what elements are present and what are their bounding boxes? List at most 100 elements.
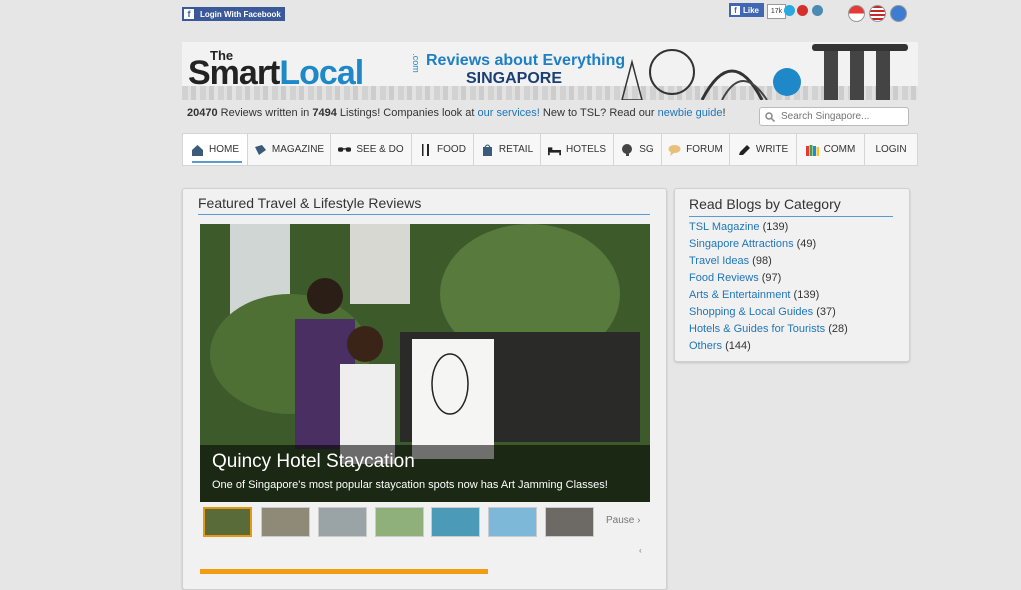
malaysia-flag-icon[interactable]: [869, 5, 886, 22]
category-count: (144): [722, 340, 751, 352]
slide-thumbnail[interactable]: [545, 507, 594, 537]
category-item: Others (144): [689, 340, 848, 357]
logo-smart: Smart: [188, 54, 280, 92]
search-icon: [765, 111, 775, 122]
reviews-count: 20470: [187, 107, 218, 119]
category-link[interactable]: Singapore Attractions: [689, 238, 794, 250]
category-count: (37): [813, 306, 836, 318]
nav-write[interactable]: WRITE: [730, 133, 797, 166]
category-item: TSL Magazine (139): [689, 221, 848, 238]
nav-hotels[interactable]: HOTELS: [541, 133, 614, 166]
nav-label: LOGIN: [875, 144, 907, 155]
site-stats-line: 20470 Reviews written in 7494 Listings! …: [187, 107, 726, 119]
category-count: (139): [759, 221, 789, 233]
info-text-4: !: [722, 107, 726, 119]
twitter-icon[interactable]: [784, 5, 795, 16]
nav-forum[interactable]: FORUM: [662, 133, 730, 166]
nav-label: HOME: [209, 144, 239, 155]
info-text-1: Reviews written in: [217, 107, 313, 119]
nav-label: RETAIL: [498, 144, 534, 155]
category-count: (28): [825, 323, 848, 335]
pencil-icon: [738, 144, 750, 155]
chat-bubble-icon: [668, 144, 681, 156]
facebook-like-button[interactable]: f Like: [729, 3, 764, 17]
slide-thumbnail[interactable]: [431, 507, 480, 537]
slide-thumbnail[interactable]: [488, 507, 537, 537]
nav-label: COMM: [823, 144, 856, 155]
nav-label: HOTELS: [565, 144, 606, 155]
nav-magazine[interactable]: MAGAZINE: [248, 133, 331, 166]
category-link[interactable]: Travel Ideas: [689, 255, 749, 267]
slide-title[interactable]: Quincy Hotel Staycation: [212, 451, 415, 473]
title-underline: [689, 216, 893, 217]
facebook-login-label: Login With Facebook: [200, 9, 281, 19]
slide-thumbnail[interactable]: [261, 507, 310, 537]
search-box[interactable]: [759, 107, 909, 126]
facebook-icon: f: [731, 5, 740, 15]
world-globe-icon[interactable]: [890, 5, 907, 22]
search-input[interactable]: [779, 110, 903, 123]
site-logo[interactable]: SmartLocal: [188, 54, 364, 93]
featured-title: Featured Travel & Lifestyle Reviews: [198, 195, 422, 211]
nav-see-do[interactable]: SEE & DO: [331, 133, 412, 166]
nav-sg[interactable]: SG: [614, 133, 662, 166]
logo-local: Local: [279, 54, 364, 92]
nav-food[interactable]: FOOD: [412, 133, 474, 166]
header-tagline-location: SINGAPORE: [466, 70, 563, 87]
category-count: (49): [793, 238, 817, 250]
slide-thumbnail[interactable]: [375, 507, 424, 537]
slide-thumbnail[interactable]: [318, 507, 367, 537]
category-item: Hotels & Guides for Tourists (28): [689, 323, 848, 340]
slideshow-prev-button[interactable]: ‹: [639, 546, 642, 555]
home-icon: [192, 144, 203, 156]
nav-label: WRITE: [755, 144, 789, 155]
nav-label: FORUM: [686, 144, 723, 155]
category-item: Singapore Attractions (49): [689, 238, 848, 255]
main-navigation: HOME MAGAZINE SEE & DO FOOD RETAIL HOTEL…: [182, 133, 918, 166]
category-link[interactable]: Shopping & Local Guides: [689, 306, 813, 318]
facebook-icon: f: [184, 9, 194, 19]
category-item: Arts & Entertainment (139): [689, 289, 848, 306]
category-link[interactable]: Arts & Entertainment: [689, 289, 791, 301]
category-item: Shopping & Local Guides (37): [689, 306, 848, 323]
nav-label: MAGAZINE: [271, 144, 325, 155]
site-header-banner[interactable]: The SmartLocal .com Reviews about Everyt…: [182, 42, 918, 100]
category-link[interactable]: Food Reviews: [689, 272, 759, 284]
services-link[interactable]: our services!: [477, 107, 539, 119]
info-text-3: New to TSL? Read our: [539, 107, 658, 119]
header-tagline: Reviews about Everything: [426, 52, 626, 69]
bed-icon: [547, 146, 561, 155]
magazine-icon: [254, 144, 266, 155]
nav-comm[interactable]: COMM: [797, 133, 865, 166]
category-count: (97): [758, 272, 782, 284]
category-link[interactable]: Others: [689, 340, 722, 352]
nav-label: SG: [639, 144, 654, 155]
facebook-login-button[interactable]: f Login With Facebook: [182, 7, 285, 21]
slide-thumbnail[interactable]: [203, 507, 252, 537]
instagram-icon[interactable]: [812, 5, 823, 16]
info-text-2: Listings! Companies look at: [336, 107, 478, 119]
category-link[interactable]: Hotels & Guides for Tourists: [689, 323, 825, 335]
singapore-flag-icon[interactable]: [848, 5, 865, 22]
category-count: (98): [749, 255, 772, 267]
category-count: (139): [790, 289, 820, 301]
newbie-guide-link[interactable]: newbie guide: [658, 107, 723, 119]
like-label: Like: [743, 5, 760, 15]
slideshow-pause-button[interactable]: Pause ›: [606, 515, 640, 526]
youtube-icon[interactable]: [797, 5, 808, 16]
singapore-landmarks-illustration: [621, 44, 908, 100]
nav-label: FOOD: [437, 144, 466, 155]
nav-retail[interactable]: RETAIL: [474, 133, 541, 166]
community-icon: [805, 144, 819, 156]
category-link[interactable]: TSL Magazine: [689, 221, 760, 233]
fork-knife-icon: [422, 143, 430, 156]
category-item: Food Reviews (97): [689, 272, 848, 289]
slideshow-progress-bar: [200, 569, 488, 574]
logo-com: .com: [410, 53, 421, 73]
category-item: Travel Ideas (98): [689, 255, 848, 272]
nav-login[interactable]: LOGIN: [865, 133, 918, 166]
listings-count: 7494: [312, 107, 337, 119]
sunglasses-icon: [338, 146, 352, 152]
title-underline: [198, 214, 650, 215]
categories-title: Read Blogs by Category: [689, 196, 841, 212]
